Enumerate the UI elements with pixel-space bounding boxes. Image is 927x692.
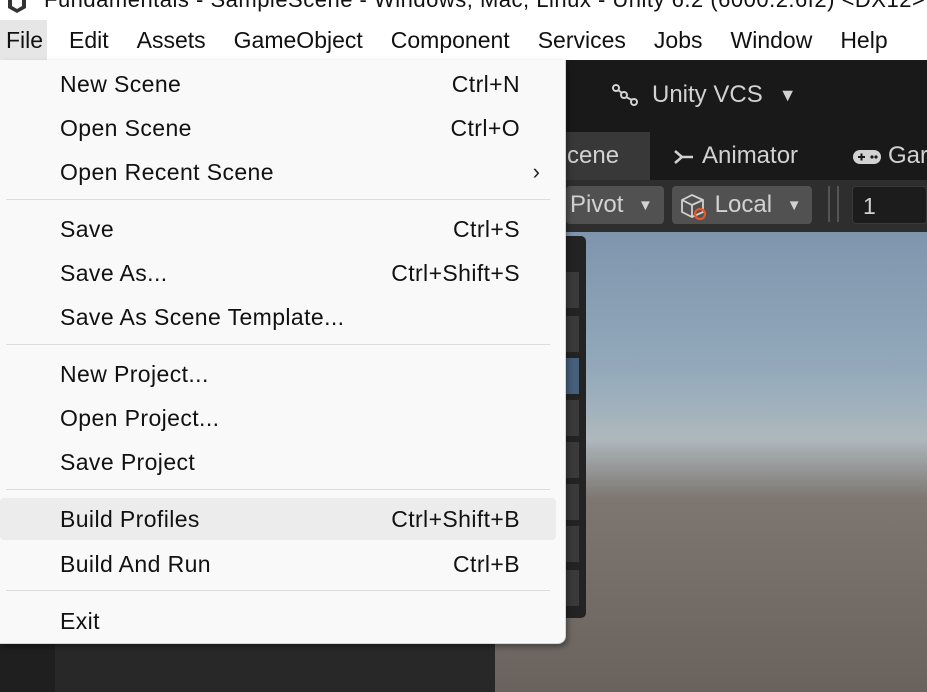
chevron-down-icon: ▼ (786, 196, 802, 214)
menu-item-open-project[interactable]: Open Project... (0, 398, 558, 438)
menu-item-label: Save Project (60, 449, 196, 475)
menu-item-label: Save (60, 216, 115, 242)
file-menu-dropdown: New Scene Ctrl+N Open Scene Ctrl+O Open … (0, 60, 566, 644)
menu-item-label: Build And Run (60, 551, 211, 577)
chevron-down-icon: ▼ (778, 84, 797, 105)
menu-jobs[interactable]: Jobs (640, 20, 717, 60)
menu-component[interactable]: Component (377, 20, 524, 60)
local-space-cube-icon (681, 193, 707, 220)
menu-item-exit[interactable]: Exit (0, 601, 558, 641)
menu-help[interactable]: Help (826, 20, 901, 60)
menu-item-new-project[interactable]: New Project... (0, 354, 558, 394)
chevron-right-icon: › (532, 159, 540, 184)
tab-game[interactable]: Gar (852, 132, 927, 180)
menu-file[interactable]: File (0, 20, 47, 60)
version-control-icon (612, 84, 638, 106)
menu-divider (6, 199, 550, 200)
menu-gameobject[interactable]: GameObject (220, 20, 377, 60)
tab-scene[interactable]: cene (565, 132, 650, 180)
unity-vcs-label: Unity VCS (652, 81, 763, 108)
window-titlebar: Fundamentals - SampleScene - Windows, Ma… (0, 0, 927, 20)
menu-bar: File Edit Assets GameObject Component Se… (0, 20, 927, 60)
grid-snap-field[interactable]: 1 (852, 186, 927, 224)
scene-tools-overlay (563, 236, 586, 618)
menu-item-label: New Scene (60, 71, 182, 97)
local-dropdown[interactable]: Local ▼ (672, 186, 812, 224)
gamepad-icon (853, 149, 881, 164)
menu-item-open-scene[interactable]: Open Scene Ctrl+O (0, 108, 558, 148)
menu-item-save-project[interactable]: Save Project (0, 442, 558, 482)
tab-animator-label: Animator (702, 142, 799, 169)
tab-scene-label: cene (567, 142, 620, 169)
menu-divider (6, 489, 550, 490)
menu-item-save-as-scene-template[interactable]: Save As Scene Template... (0, 297, 558, 337)
window-title: Fundamentals - SampleScene - Windows, Ma… (44, 0, 925, 13)
menu-item-label: Build Profiles (60, 506, 200, 532)
menu-item-shortcut: Ctrl+S (453, 216, 520, 242)
menu-assets[interactable]: Assets (123, 20, 220, 60)
unity-vcs-button[interactable]: Unity VCS ▼ (610, 76, 797, 114)
menu-item-label: Save As Scene Template... (60, 304, 345, 330)
menu-item-build-and-run[interactable]: Build And Run Ctrl+B (0, 544, 558, 584)
menu-item-label: Open Scene (60, 115, 192, 141)
menu-item-save-as[interactable]: Save As... Ctrl+Shift+S (0, 253, 558, 293)
toolbar-separator (828, 186, 839, 222)
menu-item-label: Save As... (60, 260, 168, 286)
menu-item-save[interactable]: Save Ctrl+S (0, 209, 558, 249)
menu-item-shortcut: Ctrl+Shift+S (391, 260, 520, 286)
menu-item-shortcut: Ctrl+B (453, 551, 520, 577)
menu-services[interactable]: Services (524, 20, 640, 60)
unity-logo-icon (8, 0, 26, 13)
menu-edit[interactable]: Edit (55, 20, 123, 60)
menu-item-build-profiles[interactable]: Build Profiles Ctrl+Shift+B (0, 498, 556, 540)
animator-icon (674, 149, 693, 164)
local-label: Local (714, 191, 773, 218)
menu-item-open-recent-scene[interactable]: Open Recent Scene › (0, 152, 558, 192)
menu-item-label: New Project... (60, 361, 209, 387)
menu-item-shortcut: Ctrl+Shift+B (391, 506, 520, 532)
menu-item-label: Open Recent Scene (60, 159, 274, 185)
menu-item-new-scene[interactable]: New Scene Ctrl+N (0, 64, 558, 104)
tab-game-label: Gar (888, 142, 927, 169)
menu-item-label: Open Project... (60, 405, 220, 431)
menu-item-shortcut: Ctrl+O (450, 115, 520, 141)
menu-item-shortcut: Ctrl+N (451, 71, 520, 97)
chevron-down-icon: ▼ (638, 196, 653, 214)
menu-divider (6, 344, 550, 345)
pivot-dropdown[interactable]: Pivot ▼ (566, 186, 664, 224)
menu-window[interactable]: Window (717, 20, 827, 60)
menu-item-label: Exit (60, 608, 100, 634)
menu-divider (6, 590, 550, 591)
tab-animator[interactable]: Animator (672, 132, 798, 180)
pivot-label: Pivot (570, 191, 624, 218)
